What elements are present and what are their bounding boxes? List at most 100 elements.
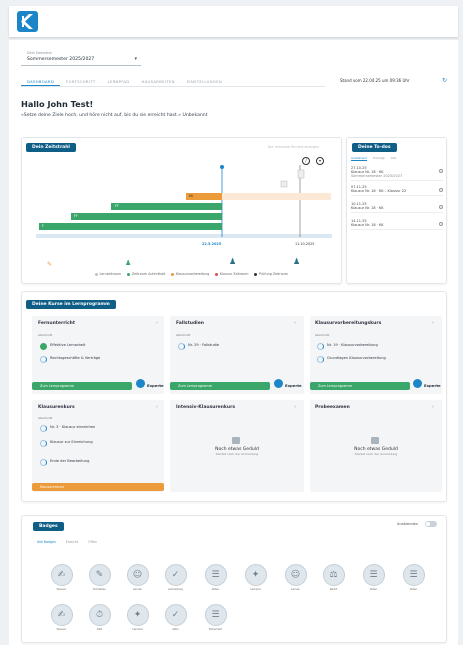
todo-item[interactable]: 10.11.25 Klausur Nr. 18 · KK: [351, 202, 443, 213]
course-item[interactable]: Nr. 3 · Klausur einreichen: [50, 425, 155, 429]
lock-icon: [371, 437, 379, 444]
kurs-logo-icon[interactable]: [17, 11, 38, 32]
todos-tab-anstehend[interactable]: Anstehend: [351, 156, 368, 161]
tab-fortschritt[interactable]: Fortschritt: [60, 76, 101, 86]
badge-label: Zeit: [96, 628, 103, 631]
badges-toggle[interactable]: [425, 521, 437, 527]
greeting-title: Hallo John Test!: [21, 99, 94, 109]
chevron-right-icon[interactable]: ›: [432, 404, 434, 410]
course-item[interactable]: Rechtsgeschäfte & Verträge: [50, 356, 150, 360]
chevron-right-icon[interactable]: ›: [432, 320, 434, 326]
badge-item[interactable]: ✎ Schreiben: [86, 564, 113, 591]
lock-icon: [232, 437, 240, 444]
course-item[interactable]: Ende der Bearbeitung: [50, 459, 155, 463]
badge-item[interactable]: ✍ Klausur: [48, 604, 75, 631]
zeitstrahl-toggle-label[interactable]: Nur relevante Termine anzeigen: [268, 145, 319, 149]
course-footer-bar[interactable]: Zum Lernprogramm: [170, 382, 270, 390]
semester-select[interactable]: Dein Semester Sommersemester 2025/2027 ▾: [21, 49, 141, 66]
course-label: Abschnitt: [176, 333, 191, 337]
course-panel-probeexamen: [310, 400, 442, 492]
badge-label: Lernen: [291, 588, 300, 591]
badge-item[interactable]: ☺ Lernen: [282, 564, 309, 591]
todo-item[interactable]: 27.10.25 Klausur Nr. 18 · KK Sommersemes…: [351, 166, 443, 181]
badge-item[interactable]: ⚖ Recht: [320, 564, 347, 591]
end-date-label: 11.10.2025: [295, 242, 315, 246]
person-icon: ♟: [293, 257, 301, 266]
badge-icon: ✎: [88, 564, 111, 586]
badge-label: Akten: [409, 588, 418, 591]
badge-icon: ☰: [204, 604, 227, 626]
tab-lernpfad[interactable]: Lernpfad: [101, 76, 135, 86]
bar-label-f: F: [42, 224, 44, 228]
badge-item[interactable]: ✦ Lernziel: [242, 564, 269, 591]
badge-item[interactable]: ☺ Lernen: [124, 564, 151, 591]
marker-box: [280, 180, 288, 188]
todos-tab-erledigt[interactable]: Erledigt: [373, 156, 385, 161]
checkbox-icon[interactable]: [439, 188, 443, 192]
progress-ring: [40, 459, 47, 466]
todos-tab-alle[interactable]: Alle: [391, 156, 397, 161]
badge-icon: ✍: [50, 604, 73, 626]
badge-label: Dokument: [208, 628, 223, 631]
course-item[interactable]: Klausur zur Einreichung: [50, 440, 155, 444]
badge-label: Schreiben: [93, 588, 106, 591]
course-item[interactable]: Nr. 29 · Fallstudie: [188, 343, 288, 347]
badges-tab-erreicht[interactable]: Erreicht: [66, 540, 78, 544]
refresh-icon[interactable]: ↻: [442, 77, 447, 84]
progress-ring: [317, 356, 324, 363]
badges-tab-alle[interactable]: Alle Badges: [37, 540, 56, 544]
badge-item[interactable]: ✍ Klausur: [48, 564, 75, 591]
zeitstrahl-chart: [36, 165, 332, 238]
legend-item: Lernzeitraum: [95, 272, 121, 276]
badge-item[interactable]: ☰ Dokument: [202, 604, 229, 631]
course-title: Fernunterricht: [38, 321, 75, 326]
zeitstrahl-title: Dein Zeitstrahl: [26, 143, 76, 152]
todo-text: Klausur Nr. 18 · KK: [351, 223, 384, 227]
course-item[interactable]: Nr. 19 · Klausurvorbereitung: [327, 343, 427, 347]
person-icon: ♟: [229, 257, 237, 266]
badge-icon: ✦: [244, 564, 267, 586]
course-title: Fallstudien: [176, 321, 204, 326]
course-label: Abschnitt: [38, 333, 53, 337]
badge-icon: ☰: [204, 564, 227, 586]
legend-item: Klausurvorbereitung: [171, 272, 209, 276]
progress-ring: [40, 440, 47, 447]
badge-item[interactable]: ✓ Anmeldung: [162, 564, 189, 591]
start-icon: ✎: [47, 261, 53, 268]
checkbox-icon[interactable]: [439, 169, 443, 173]
badge-item[interactable]: ⏱ Zeit: [86, 604, 113, 631]
course-expert: Experte: [285, 383, 302, 388]
checkbox-icon[interactable]: [439, 205, 443, 209]
calendar-icon[interactable]: /: [302, 157, 310, 165]
todo-sub: Sommersemester 2025/2027: [351, 174, 403, 178]
tab-einstellungen[interactable]: Einstellungen: [181, 76, 228, 86]
checkbox-icon[interactable]: [439, 222, 443, 226]
today-dot: [220, 165, 224, 169]
course-item[interactable]: Grundlagen Klausurvorbereitung: [327, 356, 427, 360]
course-title: Intensiv-Klausurenkurs: [176, 405, 236, 410]
badges-tab-offen[interactable]: Offen: [88, 540, 97, 544]
badge-label: Lernziel: [250, 588, 261, 591]
chevron-right-icon[interactable]: ›: [294, 404, 296, 410]
course-expert: Experte: [147, 383, 164, 388]
course-footer-bar[interactable]: Zum Lernprogramm: [310, 382, 410, 390]
today-date-label: 22.5.2025: [202, 242, 222, 246]
course-footer-bar[interactable]: Klausurenkurs: [32, 483, 164, 491]
badge-item[interactable]: ☰ Akten: [202, 564, 229, 591]
filter-icon[interactable]: ▾: [316, 157, 324, 165]
todo-item[interactable]: 14.11.25 Klausur Nr. 18 · KK: [351, 219, 443, 230]
course-panel-klausurenkurs: [32, 400, 164, 492]
chevron-right-icon[interactable]: ›: [156, 404, 158, 410]
badge-item[interactable]: ☰ Akten: [360, 564, 387, 591]
course-footer-bar[interactable]: Zum Lernprogramm: [32, 382, 132, 390]
todo-item[interactable]: 07.11.25 Klausur Nr. 18 · KK – Klausur 2…: [351, 185, 443, 196]
course-item[interactable]: Effektive Lernarbeit: [50, 343, 150, 347]
tab-hausarbeiten[interactable]: Hausarbeiten: [136, 76, 181, 86]
badge-item[interactable]: ✓ Aktiv: [162, 604, 189, 631]
badge-icon: ⚖: [322, 564, 345, 586]
chevron-right-icon[interactable]: ›: [294, 320, 296, 326]
badge-item[interactable]: ☰ Akten: [400, 564, 427, 591]
tab-dashboard[interactable]: Dashboard: [21, 76, 61, 86]
badge-item[interactable]: ✦ Lernziel: [124, 604, 151, 631]
chevron-right-icon[interactable]: ›: [156, 320, 158, 326]
